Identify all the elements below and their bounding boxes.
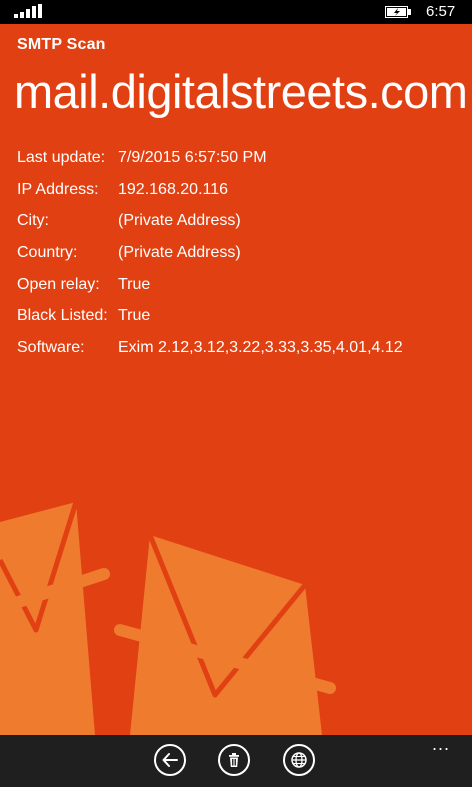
globe-icon xyxy=(291,752,307,768)
application-bar: ... xyxy=(0,735,472,787)
detail-value: (Private Address) xyxy=(118,212,241,230)
back-arrow-icon xyxy=(162,753,178,767)
signal-strength-icon xyxy=(14,4,42,18)
delete-button[interactable] xyxy=(218,744,250,776)
detail-value: (Private Address) xyxy=(118,244,241,262)
status-bar: 6:57 xyxy=(0,0,472,24)
app-title: SMTP Scan xyxy=(17,36,106,53)
detail-value: Exim 2.12,3.12,3.22,3.33,3.35,4.01,4.12 xyxy=(118,339,403,357)
detail-value: True xyxy=(118,275,151,293)
detail-label: Software: xyxy=(17,339,85,357)
detail-label: Open relay: xyxy=(17,275,100,293)
detail-label: Last update: xyxy=(17,149,106,166)
detail-label: Black Listed: xyxy=(17,307,108,325)
back-button[interactable] xyxy=(154,744,186,776)
detail-label: IP Address: xyxy=(17,180,99,198)
status-clock: 6:57 xyxy=(426,3,456,20)
battery-charging-icon xyxy=(385,6,411,18)
detail-value: 7/9/2015 6:57:50 PM xyxy=(118,149,267,166)
detail-label: City: xyxy=(17,212,49,230)
detail-label: Country: xyxy=(17,244,78,262)
detail-value: 192.168.20.116 xyxy=(118,180,229,198)
page-title: mail.digitalstreets.com xyxy=(14,65,468,118)
more-options-button[interactable]: ... xyxy=(432,735,450,753)
detail-value: True xyxy=(118,307,151,325)
trash-icon xyxy=(229,753,239,767)
web-button[interactable] xyxy=(283,744,315,776)
background-envelope-art xyxy=(0,501,336,735)
